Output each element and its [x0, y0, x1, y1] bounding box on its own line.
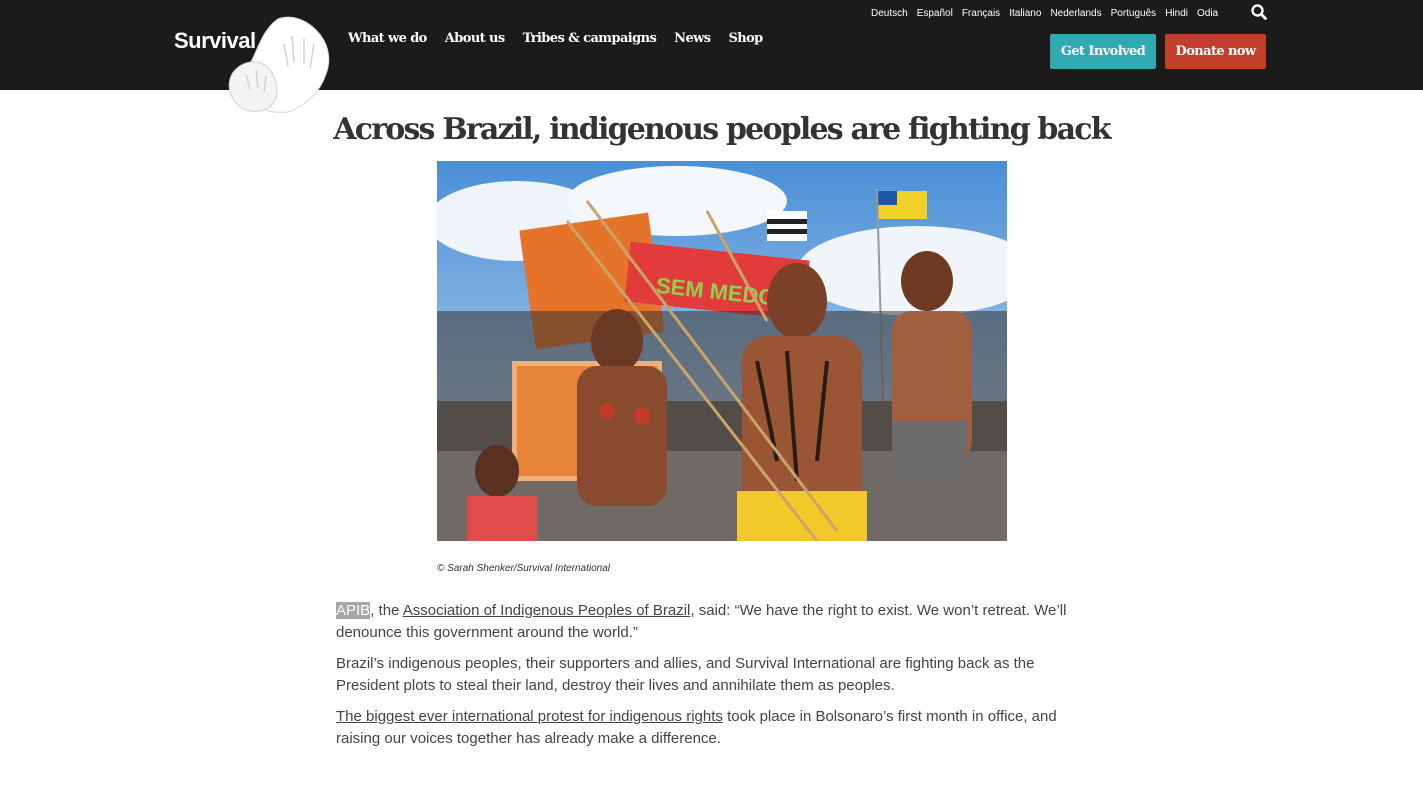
nav-news[interactable]: News [674, 31, 711, 46]
lang-nederlands[interactable]: Nederlands [1050, 8, 1101, 19]
page-title: Across Brazil, indigenous peoples are fi… [333, 112, 1111, 147]
article-body: APIB, the Association of Indigenous Peop… [336, 600, 1096, 759]
acronym-apib: APIB [336, 602, 371, 619]
nav-shop[interactable]: Shop [728, 31, 763, 46]
survival-logo[interactable]: Survival [174, 14, 334, 114]
main-nav: What we do About us Tribes & campaigns N… [348, 31, 763, 46]
lang-deutsch[interactable]: Deutsch [871, 8, 908, 19]
protest-photo: SEM MEDO [437, 161, 1007, 541]
lang-espanol[interactable]: Español [917, 8, 953, 19]
paragraph-2: Brazil’s indigenous peoples, their suppo… [336, 655, 1035, 694]
language-nav: Deutsch Español Français Italiano Nederl… [871, 8, 1218, 19]
lang-odia[interactable]: Odia [1197, 8, 1218, 19]
nav-what-we-do[interactable]: What we do [348, 31, 427, 46]
lang-italiano[interactable]: Italiano [1009, 8, 1041, 19]
lang-francais[interactable]: Français [962, 8, 1000, 19]
hero-image: SEM MEDO [437, 161, 1007, 541]
protest-link[interactable]: The biggest ever international protest f… [336, 708, 723, 725]
paragraph-3: The biggest ever international protest f… [336, 706, 1096, 749]
p1-text-a: , the [370, 602, 403, 619]
apib-link[interactable]: Association of Indigenous Peoples of Bra… [403, 602, 691, 619]
lang-portugues[interactable]: Português [1111, 8, 1157, 19]
paragraph-1: APIB, the Association of Indigenous Peop… [336, 600, 1096, 643]
hands-logo-icon [228, 16, 330, 113]
get-involved-button[interactable]: Get Involved [1050, 34, 1156, 69]
search-icon[interactable] [1251, 4, 1267, 20]
nav-tribes-campaigns[interactable]: Tribes & campaigns [523, 31, 657, 46]
nav-about-us[interactable]: About us [445, 31, 505, 46]
lang-hindi[interactable]: Hindi [1165, 8, 1188, 19]
site-header: Survival What we do About us Tribes & ca… [0, 0, 1423, 113]
image-caption: © Sarah Shenker/Survival International [437, 563, 611, 574]
donate-now-button[interactable]: Donate now [1165, 34, 1266, 69]
